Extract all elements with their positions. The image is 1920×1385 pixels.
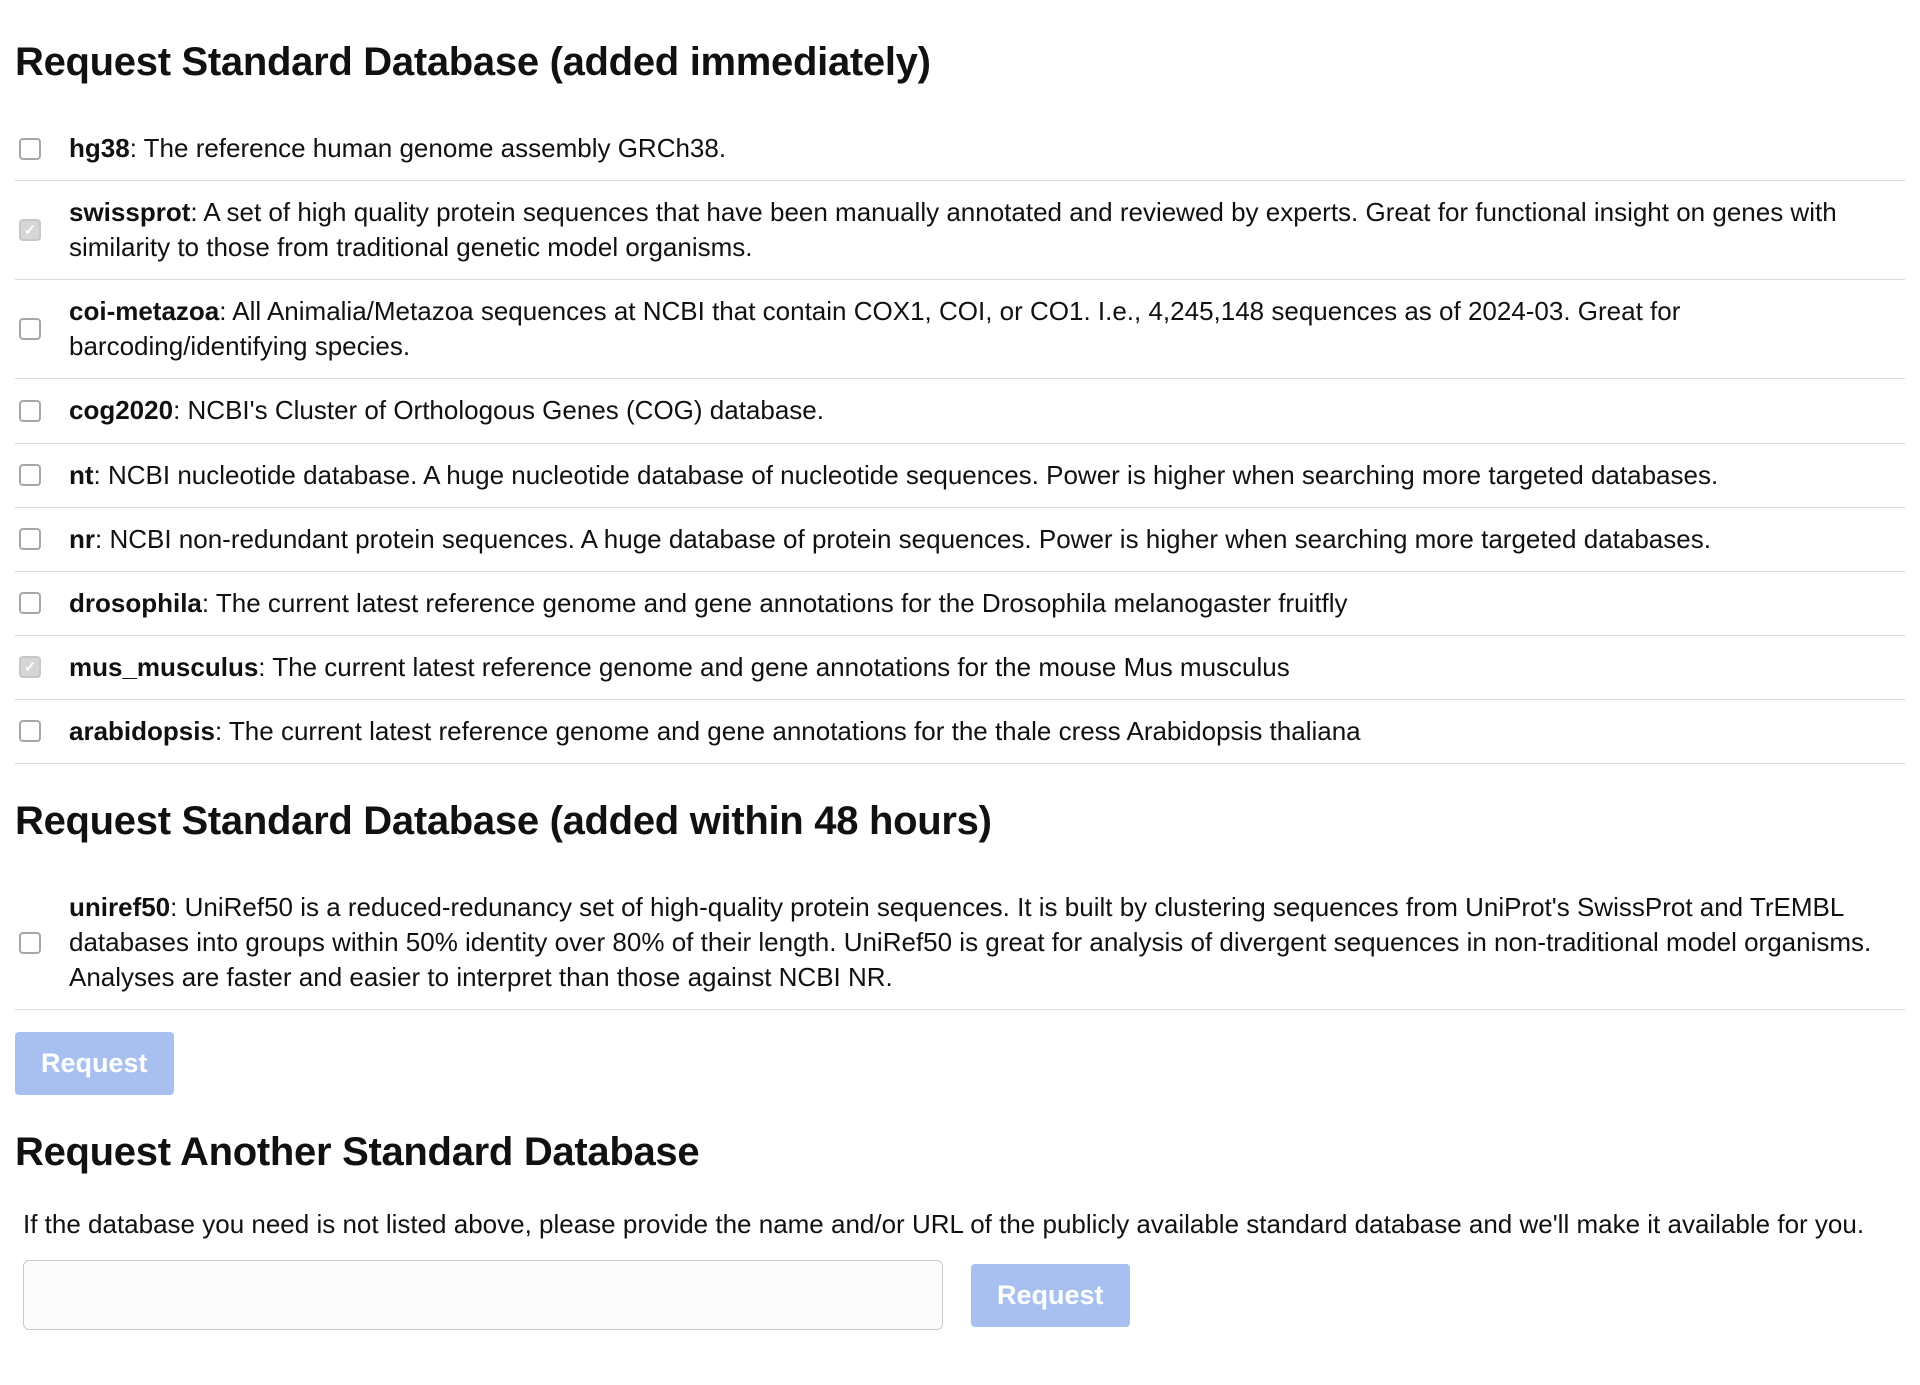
request-other-button[interactable]: Request (971, 1264, 1130, 1327)
database-checkbox[interactable] (19, 464, 41, 486)
database-description: : NCBI non-redundant protein sequences. … (95, 524, 1711, 554)
database-label: mus_musculus: The current latest referen… (69, 650, 1901, 685)
database-label: nt: NCBI nucleotide database. A huge nuc… (69, 458, 1901, 493)
database-checkbox[interactable] (19, 219, 41, 241)
database-checkbox[interactable] (19, 400, 41, 422)
database-name: uniref50 (69, 892, 170, 922)
other-database-note: If the database you need is not listed a… (15, 1207, 1905, 1242)
database-row: swissprot: A set of high quality protein… (15, 181, 1905, 280)
database-label: drosophila: The current latest reference… (69, 586, 1901, 621)
database-name: drosophila (69, 588, 202, 618)
database-row: hg38: The reference human genome assembl… (15, 117, 1905, 181)
database-list-immediate: hg38: The reference human genome assembl… (15, 117, 1905, 764)
database-checkbox[interactable] (19, 656, 41, 678)
request-button[interactable]: Request (15, 1032, 174, 1095)
database-label: uniref50: UniRef50 is a reduced-redunanc… (69, 890, 1901, 995)
heading-immediate: Request Standard Database (added immedia… (15, 35, 1905, 89)
database-checkbox[interactable] (19, 720, 41, 742)
database-description: : The current latest reference genome an… (215, 716, 1361, 746)
other-database-input-row: Request (15, 1260, 1905, 1330)
database-label: arabidopsis: The current latest referenc… (69, 714, 1901, 749)
database-description: : A set of high quality protein sequence… (69, 197, 1837, 262)
database-row: mus_musculus: The current latest referen… (15, 636, 1905, 700)
database-row: arabidopsis: The current latest referenc… (15, 700, 1905, 764)
database-name: coi-metazoa (69, 296, 219, 326)
database-checkbox[interactable] (19, 138, 41, 160)
database-name: swissprot (69, 197, 190, 227)
database-description: : UniRef50 is a reduced-redunancy set of… (69, 892, 1871, 992)
database-name: arabidopsis (69, 716, 215, 746)
database-name: nt (69, 460, 94, 490)
database-name: nr (69, 524, 95, 554)
database-row: nt: NCBI nucleotide database. A huge nuc… (15, 444, 1905, 508)
database-checkbox[interactable] (19, 318, 41, 340)
database-row: drosophila: The current latest reference… (15, 572, 1905, 636)
heading-48h: Request Standard Database (added within … (15, 794, 1905, 848)
database-description: : NCBI's Cluster of Orthologous Genes (C… (173, 395, 824, 425)
database-label: coi-metazoa: All Animalia/Metazoa sequen… (69, 294, 1901, 364)
database-description: : The reference human genome assembly GR… (130, 133, 726, 163)
database-row: uniref50: UniRef50 is a reduced-redunanc… (15, 876, 1905, 1010)
database-checkbox[interactable] (19, 528, 41, 550)
database-description: : The current latest reference genome an… (202, 588, 1348, 618)
database-checkbox[interactable] (19, 932, 41, 954)
database-list-48h: uniref50: UniRef50 is a reduced-redunanc… (15, 876, 1905, 1010)
database-label: nr: NCBI non-redundant protein sequences… (69, 522, 1901, 557)
database-row: coi-metazoa: All Animalia/Metazoa sequen… (15, 280, 1905, 379)
database-row: cog2020: NCBI's Cluster of Orthologous G… (15, 379, 1905, 443)
database-name: cog2020 (69, 395, 173, 425)
database-label: cog2020: NCBI's Cluster of Orthologous G… (69, 393, 1901, 428)
database-description: : NCBI nucleotide database. A huge nucle… (94, 460, 1719, 490)
database-label: hg38: The reference human genome assembl… (69, 131, 1901, 166)
database-name: hg38 (69, 133, 130, 163)
heading-other: Request Another Standard Database (15, 1125, 1905, 1179)
database-description: : All Animalia/Metazoa sequences at NCBI… (69, 296, 1680, 361)
database-label: swissprot: A set of high quality protein… (69, 195, 1901, 265)
database-checkbox[interactable] (19, 592, 41, 614)
database-name: mus_musculus (69, 652, 258, 682)
database-row: nr: NCBI non-redundant protein sequences… (15, 508, 1905, 572)
database-description: : The current latest reference genome an… (258, 652, 1289, 682)
other-database-input[interactable] (23, 1260, 943, 1330)
